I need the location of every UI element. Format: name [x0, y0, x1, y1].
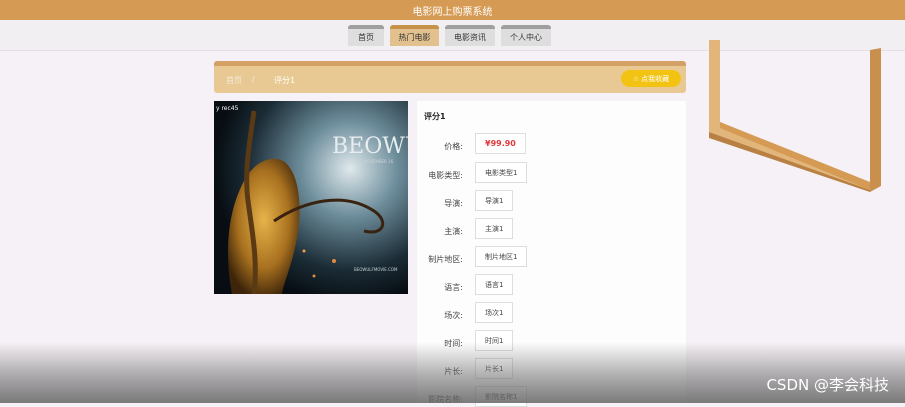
language-label: 语言: [444, 283, 463, 292]
language-value: 语言1 [475, 274, 514, 295]
region-label: 制片地区: [428, 255, 463, 264]
breadcrumb: 首页 / 评分1 ☆ 点我收藏 [214, 61, 686, 93]
genre-value: 电影类型1 [475, 162, 528, 183]
breadcrumb-current: 评分1 [274, 76, 296, 85]
tab-hot-movies[interactable]: 热门电影 [390, 25, 439, 46]
price-value: ¥99.90 [475, 133, 526, 154]
breadcrumb-separator: / [252, 75, 255, 84]
duration-value: 片长1 [475, 358, 514, 379]
duration-label: 片长: [444, 367, 463, 376]
cinema-label: 影院名称: [428, 395, 463, 404]
session-label: 场次: [444, 311, 463, 320]
time-label: 时间: [444, 339, 463, 348]
movie-title: 评分1 [424, 112, 446, 121]
lead-actor-value: 主演1 [475, 218, 514, 239]
star-icon: ☆ [632, 74, 640, 83]
frame-graphic [709, 40, 881, 192]
poster-subtitle-text: NOVEMBER 16 [364, 159, 394, 164]
poster-image: BEOWU NOVEMBER 16 BEOWULFMOVIE.COM y rec… [214, 101, 408, 294]
poster-footer-text: BEOWULFMOVIE.COM [354, 267, 398, 272]
poster-title-text: BEOWU [332, 134, 408, 159]
tab-personal-center[interactable]: 个人中心 [501, 25, 551, 46]
cinema-value: 影院名称1 [475, 386, 528, 407]
site-title: 电影网上购票系统 [412, 6, 493, 18]
movie-details-panel: 评分1 价格: ¥99.90 电影类型: 电影类型1 导演: 导演1 主演: 主… [417, 101, 686, 407]
tab-home[interactable]: 首页 [348, 25, 384, 46]
favorite-button-label: 点我收藏 [641, 74, 670, 83]
region-value: 制片地区1 [475, 246, 528, 267]
director-value: 导演1 [475, 190, 514, 211]
genre-label: 电影类型: [428, 171, 463, 180]
tab-movie-news[interactable]: 电影资讯 [445, 25, 495, 46]
breadcrumb-home-link[interactable]: 首页 [226, 75, 242, 86]
site-header: 电影网上购票系统 [0, 0, 905, 20]
movie-poster: BEOWU NOVEMBER 16 BEOWULFMOVIE.COM y rec… [214, 101, 408, 294]
poster-corner-text: y rec45 [216, 105, 239, 112]
favorite-button[interactable]: ☆ 点我收藏 [621, 70, 681, 87]
price-label: 价格: [444, 142, 463, 151]
decorative-frame [709, 40, 881, 192]
lead-actor-label: 主演: [444, 227, 463, 236]
csdn-watermark: CSDN @李会科技 [766, 376, 889, 394]
time-value: 时间1 [475, 330, 514, 351]
director-label: 导演: [444, 199, 463, 208]
session-value: 场次1 [475, 302, 514, 323]
